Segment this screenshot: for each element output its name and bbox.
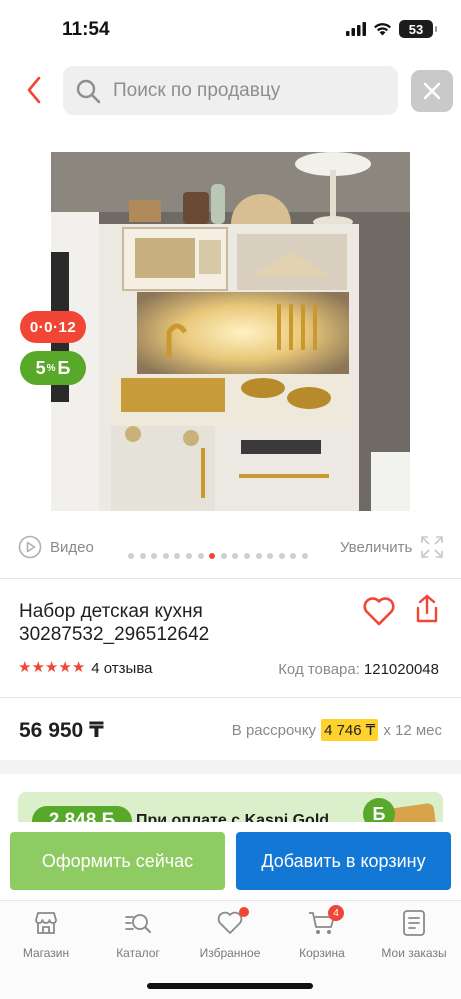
bonus-currency-icon: Б xyxy=(57,357,71,378)
gallery-dot[interactable] xyxy=(220,553,227,559)
cart-icon: 4 xyxy=(308,905,344,937)
gallery-dot[interactable] xyxy=(151,553,158,559)
orders-icon xyxy=(400,909,428,937)
reviews-count: 4 отзыва xyxy=(91,659,153,677)
bonus-percent-badge: 5% Б xyxy=(20,351,86,385)
gallery-dot[interactable] xyxy=(128,553,134,559)
favorite-button[interactable] xyxy=(362,595,396,627)
zoom-button[interactable]: Увеличить xyxy=(340,535,444,559)
heart-icon xyxy=(363,597,395,626)
add-to-cart-button[interactable]: Добавить в корзину xyxy=(236,832,451,890)
product-image[interactable] xyxy=(51,152,410,511)
notification-dot xyxy=(239,907,249,917)
buy-now-button[interactable]: Оформить сейчас xyxy=(10,832,225,890)
gallery-dot[interactable] xyxy=(139,553,146,559)
installment-badge: 0·0·12 xyxy=(20,311,86,343)
gallery-dot[interactable] xyxy=(278,553,285,559)
installment-prefix: В рассрочку xyxy=(231,721,317,739)
product-code: Код товара: 121020048 xyxy=(278,661,439,678)
zoom-label: Увеличить xyxy=(340,538,413,556)
gallery-dot[interactable] xyxy=(174,553,181,559)
store-icon xyxy=(32,909,60,937)
bonus-percent-value: 5 xyxy=(35,357,46,378)
catalog-search-icon xyxy=(124,909,152,937)
tab-favorites[interactable]: Избранное xyxy=(184,907,276,960)
share-icon xyxy=(416,594,438,623)
cellular-signal-icon xyxy=(346,22,366,36)
tab-cart[interactable]: 4 Корзина xyxy=(276,905,368,960)
chevron-left-icon xyxy=(27,76,41,104)
gallery-dot[interactable] xyxy=(243,553,250,559)
bonus-percent-sign: % xyxy=(46,362,56,374)
play-circle-icon xyxy=(18,535,42,559)
expand-icon xyxy=(421,536,444,558)
back-button[interactable] xyxy=(18,72,50,108)
kitchen-toy-photo xyxy=(51,152,410,511)
product-title-line-2: 30287532_296512642 xyxy=(19,624,210,645)
gallery-dot[interactable] xyxy=(232,553,239,559)
status-bar: 11:54 53 xyxy=(0,0,461,56)
tab-orders[interactable]: Мои заказы xyxy=(368,909,460,960)
star-icon: ★ xyxy=(58,659,72,676)
clear-search-button[interactable] xyxy=(411,70,453,112)
installment-suffix: х 12 мес xyxy=(383,721,442,739)
search-input[interactable] xyxy=(113,79,383,102)
gallery-dot[interactable] xyxy=(162,553,169,559)
video-label: Видео xyxy=(50,538,94,556)
search-box[interactable] xyxy=(63,66,398,115)
gallery-dot[interactable] xyxy=(290,553,297,559)
rating-stars: ★★★★★ xyxy=(18,659,85,677)
home-indicator xyxy=(147,983,313,989)
star-icon: ★ xyxy=(31,659,45,676)
product-code-label: Код товара: xyxy=(278,661,360,678)
gallery-pagination[interactable] xyxy=(128,553,308,559)
star-icon: ★ xyxy=(44,659,59,676)
tab-label: Избранное xyxy=(199,946,261,960)
tab-label: Мои заказы xyxy=(381,946,447,960)
product-code-value: 121020048 xyxy=(363,661,439,678)
product-price: 56 950 ₸ xyxy=(19,719,104,742)
tab-catalog[interactable]: Каталог xyxy=(92,909,184,960)
rating-row[interactable]: ★★★★★ 4 отзыва xyxy=(18,659,152,677)
gallery-dot[interactable] xyxy=(255,553,262,559)
action-bar: Оформить сейчас Добавить в корзину xyxy=(0,822,461,900)
divider xyxy=(0,578,461,579)
tab-label: Магазин xyxy=(22,946,70,960)
star-icon: ★ xyxy=(71,659,86,676)
gallery-dot[interactable] xyxy=(209,553,216,559)
share-button[interactable] xyxy=(414,594,440,624)
status-time: 11:54 xyxy=(62,19,110,40)
status-icons: 53 xyxy=(346,20,437,38)
wifi-icon xyxy=(374,23,391,36)
heart-icon xyxy=(216,907,249,937)
gallery-dot[interactable] xyxy=(267,553,274,559)
gallery-dot[interactable] xyxy=(185,553,192,559)
gallery-dot[interactable] xyxy=(301,553,308,559)
tab-label: Корзина xyxy=(299,946,345,960)
product-title: Набор детская кухня 30287532_296512642 xyxy=(19,600,339,646)
battery-indicator: 53 xyxy=(399,20,437,38)
tab-label: Каталог xyxy=(116,946,160,960)
search-icon xyxy=(76,79,101,103)
cart-count-badge: 4 xyxy=(328,905,344,921)
product-title-line-1: Набор детская кухня xyxy=(19,601,203,622)
star-icon: ★ xyxy=(18,659,32,676)
gallery-dot[interactable] xyxy=(197,553,204,559)
tab-store[interactable]: Магазин xyxy=(0,909,92,960)
installment-amount: 4 746 ₸ xyxy=(321,719,379,741)
video-button[interactable]: Видео xyxy=(18,535,94,559)
section-separator xyxy=(0,760,461,774)
installment-info[interactable]: В рассрочку 4 746 ₸ х 12 мес xyxy=(232,719,442,741)
close-icon xyxy=(423,82,441,100)
divider xyxy=(0,697,461,698)
